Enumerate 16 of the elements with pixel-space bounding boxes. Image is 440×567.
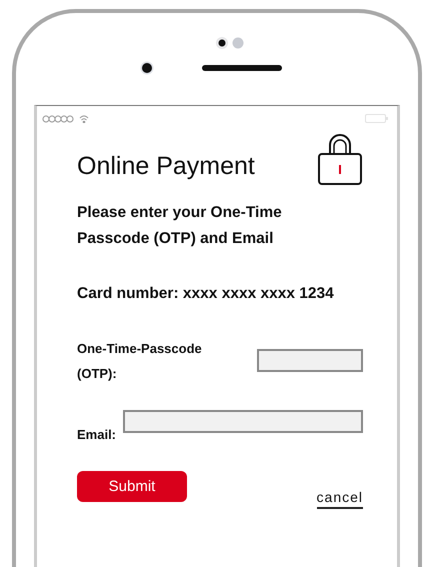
wifi-icon [79, 114, 89, 122]
field-label: One-Time-Passcode (OTP): [77, 340, 203, 383]
input-field[interactable] [123, 410, 363, 433]
instruction-text: Please enter your One-Time Passcode (OTP) and Email [77, 203, 283, 249]
padlock-icon [317, 133, 363, 185]
field-label: Email: [77, 426, 116, 444]
battery-icon [365, 114, 389, 123]
camera-icon [214, 35, 244, 51]
submit-button[interactable]: Submit [77, 471, 187, 502]
input-field[interactable] [257, 348, 363, 372]
cancel-link[interactable]: cancel [316, 489, 363, 509]
card-number-text: Card number: xxxx xxxx xxxx 1234 [77, 285, 335, 303]
camera-icon [140, 61, 154, 75]
page-title: Online Payment [77, 152, 255, 181]
signal-icon [42, 114, 76, 122]
speaker-icon [202, 65, 282, 71]
